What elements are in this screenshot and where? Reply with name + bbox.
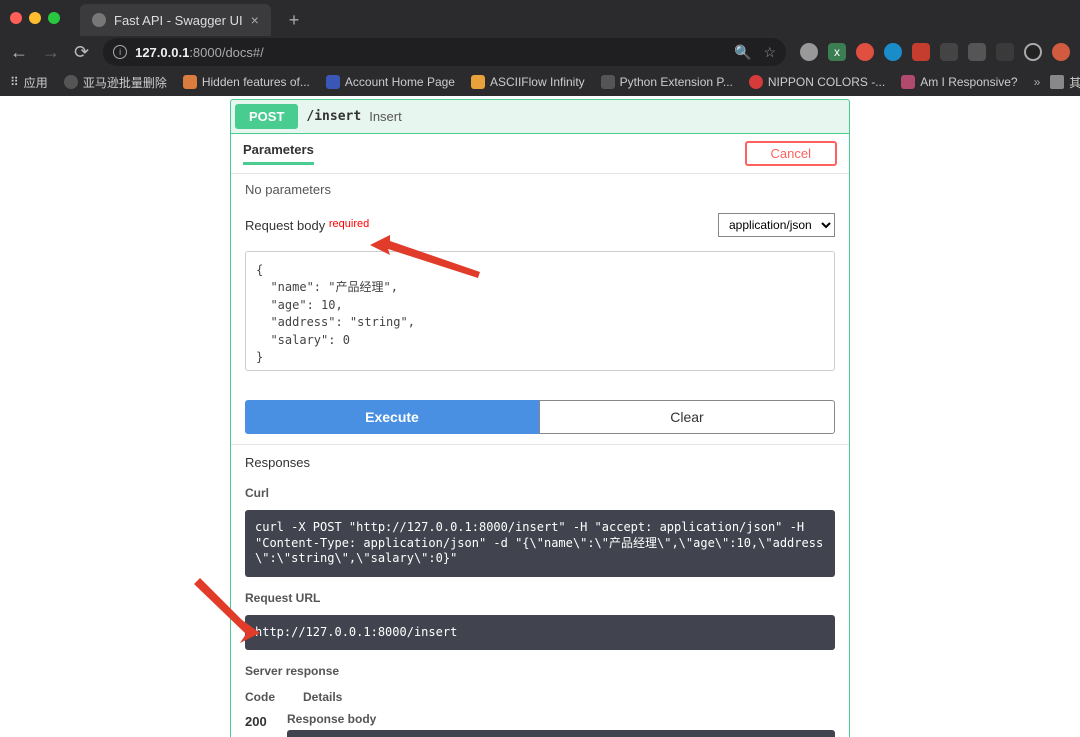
bookmarks-bar: ⠿ 应用 亚马逊批量删除 Hidden features of... Accou…	[0, 68, 1080, 96]
bookmark-item[interactable]: NIPPON COLORS -...	[749, 75, 885, 89]
ext-icon[interactable]	[1024, 43, 1042, 61]
content-type-select[interactable]: application/json	[718, 213, 835, 237]
parameters-tab[interactable]: Parameters	[243, 142, 314, 165]
execute-button[interactable]: Execute	[245, 400, 539, 434]
ext-icon[interactable]: x	[828, 43, 846, 61]
bookmark-item[interactable]: ASCIIFlow Infinity	[471, 75, 585, 89]
minimize-window-icon[interactable]	[29, 12, 41, 24]
bookmark-item[interactable]: Account Home Page	[326, 75, 455, 89]
http-method-badge: POST	[235, 104, 298, 129]
request-url-value[interactable]: http://127.0.0.1:8000/insert	[245, 615, 835, 651]
titlebar: Fast API - Swagger UI × +	[0, 0, 1080, 36]
details-column-header: Details	[303, 690, 342, 704]
other-bookmarks-folder[interactable]: 其他书签	[1050, 74, 1080, 91]
request-url-label: Request URL	[231, 585, 849, 611]
response-body[interactable]: { "success": true, "msg": "此人名字叫做: 产品经理，…	[287, 730, 835, 737]
close-window-icon[interactable]	[10, 12, 22, 24]
site-info-icon[interactable]: i	[113, 45, 127, 59]
ext-icon[interactable]	[800, 43, 818, 61]
operation-summary[interactable]: POST /insert Insert	[231, 100, 849, 133]
ext-icon[interactable]	[856, 43, 874, 61]
no-parameters-text: No parameters	[231, 174, 849, 205]
folder-icon	[1050, 75, 1064, 89]
operation-description: Insert	[369, 109, 402, 124]
extension-icons: x	[800, 43, 1070, 61]
traffic-lights	[10, 12, 60, 24]
url-text: 127.0.0.1:8000/docs#/	[135, 45, 264, 60]
browser-tab[interactable]: Fast API - Swagger UI ×	[80, 4, 271, 36]
star-icon[interactable]: ☆	[763, 44, 776, 61]
browser-chrome: Fast API - Swagger UI × + ← → ⟳ i 127.0.…	[0, 0, 1080, 96]
response-body-label: Response body	[287, 712, 835, 726]
search-icon[interactable]: 🔍	[734, 44, 751, 61]
clear-button[interactable]: Clear	[539, 400, 835, 434]
tab-title: Fast API - Swagger UI	[114, 13, 243, 28]
profile-icon[interactable]	[1052, 43, 1070, 61]
operation-body: Parameters Cancel No parameters Request …	[231, 133, 849, 737]
cancel-button[interactable]: Cancel	[745, 141, 837, 166]
new-tab-button[interactable]: +	[281, 5, 308, 36]
ext-icon[interactable]	[940, 43, 958, 61]
more-bookmarks[interactable]: »	[1034, 75, 1041, 89]
forward-button[interactable]: →	[42, 42, 60, 63]
maximize-window-icon[interactable]	[48, 12, 60, 24]
swagger-ui: POST /insert Insert Parameters Cancel No…	[0, 96, 1080, 737]
operation-block: POST /insert Insert Parameters Cancel No…	[230, 99, 850, 737]
apps-button[interactable]: ⠿ 应用	[10, 74, 48, 91]
request-body-editor[interactable]	[245, 251, 835, 371]
server-response-label: Server response	[231, 658, 849, 684]
bookmark-item[interactable]: Am I Responsive?	[901, 75, 1017, 89]
ext-icon[interactable]	[968, 43, 986, 61]
ext-icon[interactable]	[996, 43, 1014, 61]
code-column-header: Code	[245, 690, 287, 704]
responses-heading: Responses	[231, 444, 849, 480]
close-tab-icon[interactable]: ×	[251, 12, 259, 28]
ext-icon[interactable]	[912, 43, 930, 61]
curl-label: Curl	[231, 480, 849, 506]
bookmark-item[interactable]: Hidden features of...	[183, 75, 310, 89]
ext-icon[interactable]	[884, 43, 902, 61]
back-button[interactable]: ←	[10, 42, 28, 63]
bookmark-item[interactable]: Python Extension P...	[601, 75, 733, 89]
address-bar[interactable]: i 127.0.0.1:8000/docs#/ 🔍 ☆	[103, 38, 786, 66]
toolbar: ← → ⟳ i 127.0.0.1:8000/docs#/ 🔍 ☆ x	[0, 36, 1080, 68]
favicon-icon	[92, 13, 106, 27]
bookmark-item[interactable]: 亚马逊批量删除	[64, 74, 167, 91]
request-body-label: Request body required	[245, 218, 369, 233]
status-code: 200	[245, 712, 287, 737]
endpoint-path: /insert	[306, 109, 361, 124]
reload-button[interactable]: ⟳	[74, 42, 89, 63]
curl-command[interactable]: curl -X POST "http://127.0.0.1:8000/inse…	[245, 510, 835, 577]
